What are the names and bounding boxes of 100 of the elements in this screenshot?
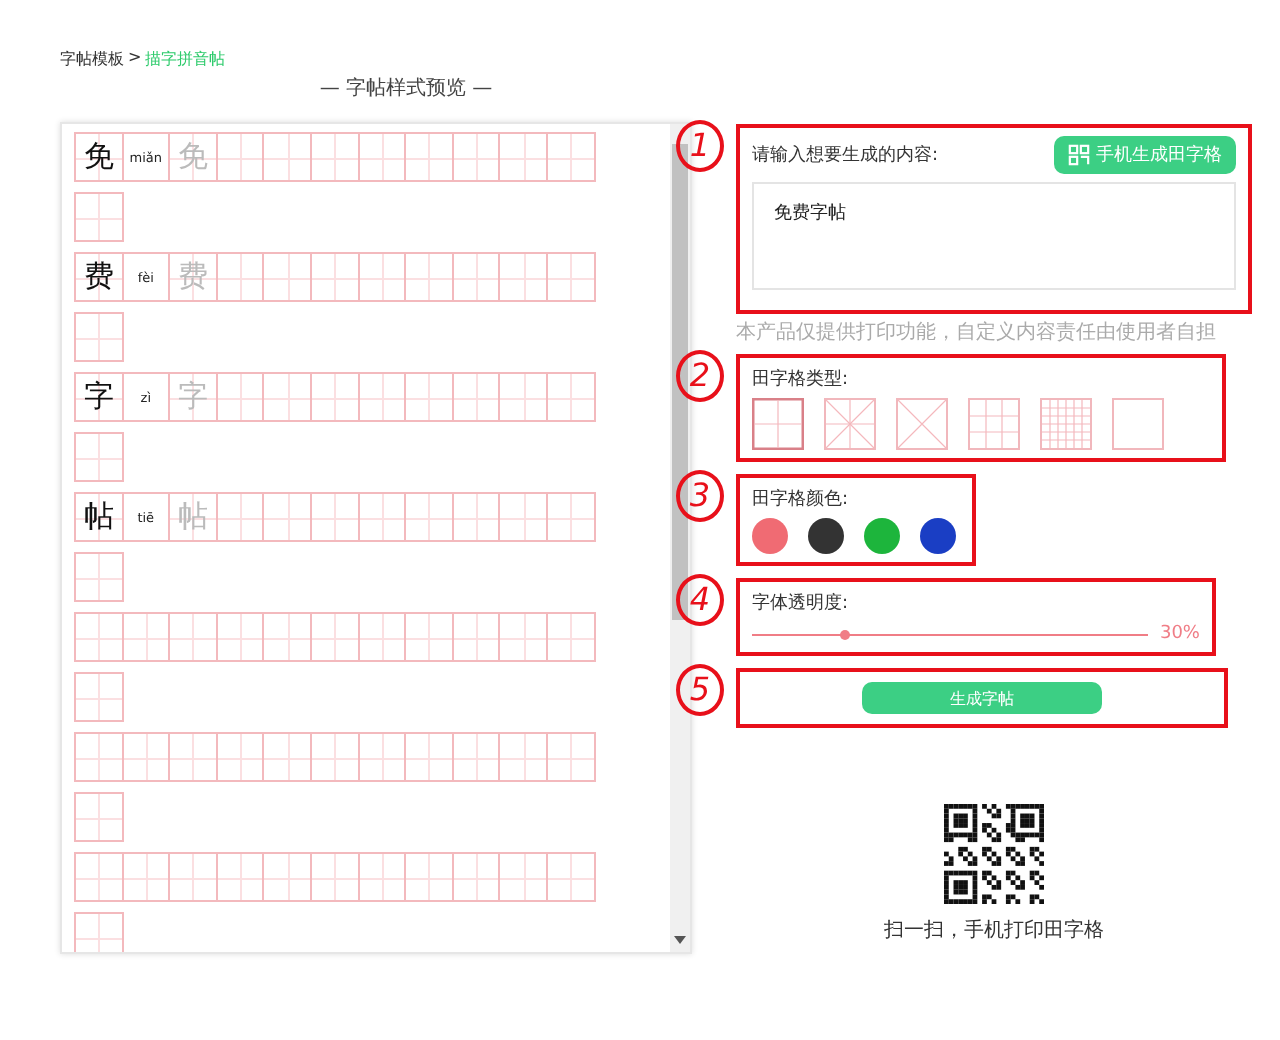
practice-cell xyxy=(451,492,501,542)
content-input[interactable]: 免费字帖 xyxy=(752,182,1236,290)
character-cell: 字 xyxy=(74,372,124,422)
qr-code-drawing xyxy=(944,804,1044,904)
grid-type-option[interactable] xyxy=(752,398,804,450)
practice-cell xyxy=(121,732,171,782)
annotation-number: 1 xyxy=(676,120,724,172)
practice-cell xyxy=(545,852,596,902)
practice-cell xyxy=(451,852,501,902)
practice-cell xyxy=(215,852,265,902)
color-swatch[interactable] xyxy=(920,518,956,554)
practice-cell xyxy=(215,252,265,302)
practice-cell xyxy=(357,132,407,182)
qr-caption: 扫一扫，手机打印田字格 xyxy=(884,917,1104,944)
grid-type-option[interactable] xyxy=(824,398,876,450)
practice-cell xyxy=(74,312,124,362)
practice-cell xyxy=(404,852,454,902)
trace-character-cell: 费 xyxy=(168,252,218,302)
practice-cell xyxy=(168,612,218,662)
trace-character-cell: 字 xyxy=(168,372,218,422)
practice-cell xyxy=(498,612,548,662)
practice-cell xyxy=(309,492,360,542)
scrollbar[interactable] xyxy=(670,124,690,952)
practice-cell xyxy=(545,252,596,302)
practice-cell xyxy=(309,732,360,782)
practice-cell xyxy=(309,372,360,422)
scroll-down-icon[interactable] xyxy=(674,936,686,944)
color-swatch[interactable] xyxy=(808,518,844,554)
practice-cell xyxy=(545,372,596,422)
practice-cell xyxy=(357,372,407,422)
practice-cell xyxy=(215,132,265,182)
color-swatch[interactable] xyxy=(864,518,900,554)
grid-type-option[interactable] xyxy=(1112,398,1164,450)
practice-cell xyxy=(498,732,548,782)
practice-cell xyxy=(404,612,454,662)
opacity-label: 字体透明度: xyxy=(752,591,851,616)
practice-cell xyxy=(451,372,501,422)
character-cell: 费 xyxy=(74,252,124,302)
practice-cell xyxy=(262,612,312,662)
annotation-number: 4 xyxy=(676,574,724,626)
practice-cell xyxy=(357,252,407,302)
practice-cell xyxy=(121,852,171,902)
practice-cell xyxy=(404,492,454,542)
practice-cell xyxy=(74,192,124,242)
grid-type-label: 田字格类型: xyxy=(752,367,851,392)
practice-cell xyxy=(451,132,501,182)
practice-cell xyxy=(357,732,407,782)
practice-cell xyxy=(404,732,454,782)
practice-cell xyxy=(309,612,360,662)
practice-cell xyxy=(498,852,548,902)
practice-cell xyxy=(309,132,360,182)
practice-cell xyxy=(404,252,454,302)
practice-cell xyxy=(74,852,124,902)
practice-cell xyxy=(74,912,124,952)
practice-cell xyxy=(215,492,265,542)
practice-cell xyxy=(74,432,124,482)
practice-cell xyxy=(357,852,407,902)
practice-cell xyxy=(74,612,124,662)
character-cell: 帖 xyxy=(74,492,124,542)
trace-character-cell: 帖 xyxy=(168,492,218,542)
practice-cell xyxy=(545,132,596,182)
grid-type-option[interactable] xyxy=(968,398,1020,450)
practice-cell xyxy=(262,492,312,542)
practice-cell xyxy=(215,732,265,782)
grid-type-option[interactable] xyxy=(896,398,948,450)
practice-cell xyxy=(451,612,501,662)
slider-thumb[interactable] xyxy=(839,629,850,639)
trace-character-cell: 免 xyxy=(168,132,218,182)
breadcrumb-separator: > xyxy=(128,48,142,70)
practice-cell xyxy=(498,372,548,422)
grid-type-option[interactable] xyxy=(1040,398,1092,450)
practice-cell xyxy=(545,492,596,542)
practice-cell xyxy=(309,252,360,302)
practice-cell xyxy=(404,132,454,182)
annotation-number: 5 xyxy=(676,664,724,716)
practice-cell xyxy=(74,792,124,842)
practice-cell xyxy=(309,852,360,902)
breadcrumb-link[interactable]: 字帖模板 xyxy=(60,48,124,70)
qr-code-icon xyxy=(1068,144,1090,166)
practice-cell xyxy=(451,252,501,302)
practice-cell xyxy=(74,732,124,782)
grid-color-label: 田字格颜色: xyxy=(752,487,851,512)
practice-cell xyxy=(74,672,124,722)
character-cell: 免 xyxy=(74,132,124,182)
practice-cell xyxy=(357,492,407,542)
color-swatch[interactable] xyxy=(752,518,788,554)
practice-cell xyxy=(545,732,596,782)
practice-cell xyxy=(168,852,218,902)
practice-cell xyxy=(121,612,171,662)
disclaimer-text: 本产品仅提供打印功能，自定义内容责任由使用者自担 xyxy=(736,319,1218,346)
practice-cell xyxy=(262,732,312,782)
practice-cell xyxy=(215,612,265,662)
practice-cell xyxy=(262,852,312,902)
practice-cell xyxy=(262,372,312,422)
practice-cell xyxy=(498,252,548,302)
practice-cell xyxy=(498,492,548,542)
practice-cell xyxy=(498,132,548,182)
practice-cell xyxy=(215,372,265,422)
content-label: 请输入想要生成的内容: xyxy=(752,143,939,168)
preview-title: — 字帖样式预览 — xyxy=(317,75,495,102)
